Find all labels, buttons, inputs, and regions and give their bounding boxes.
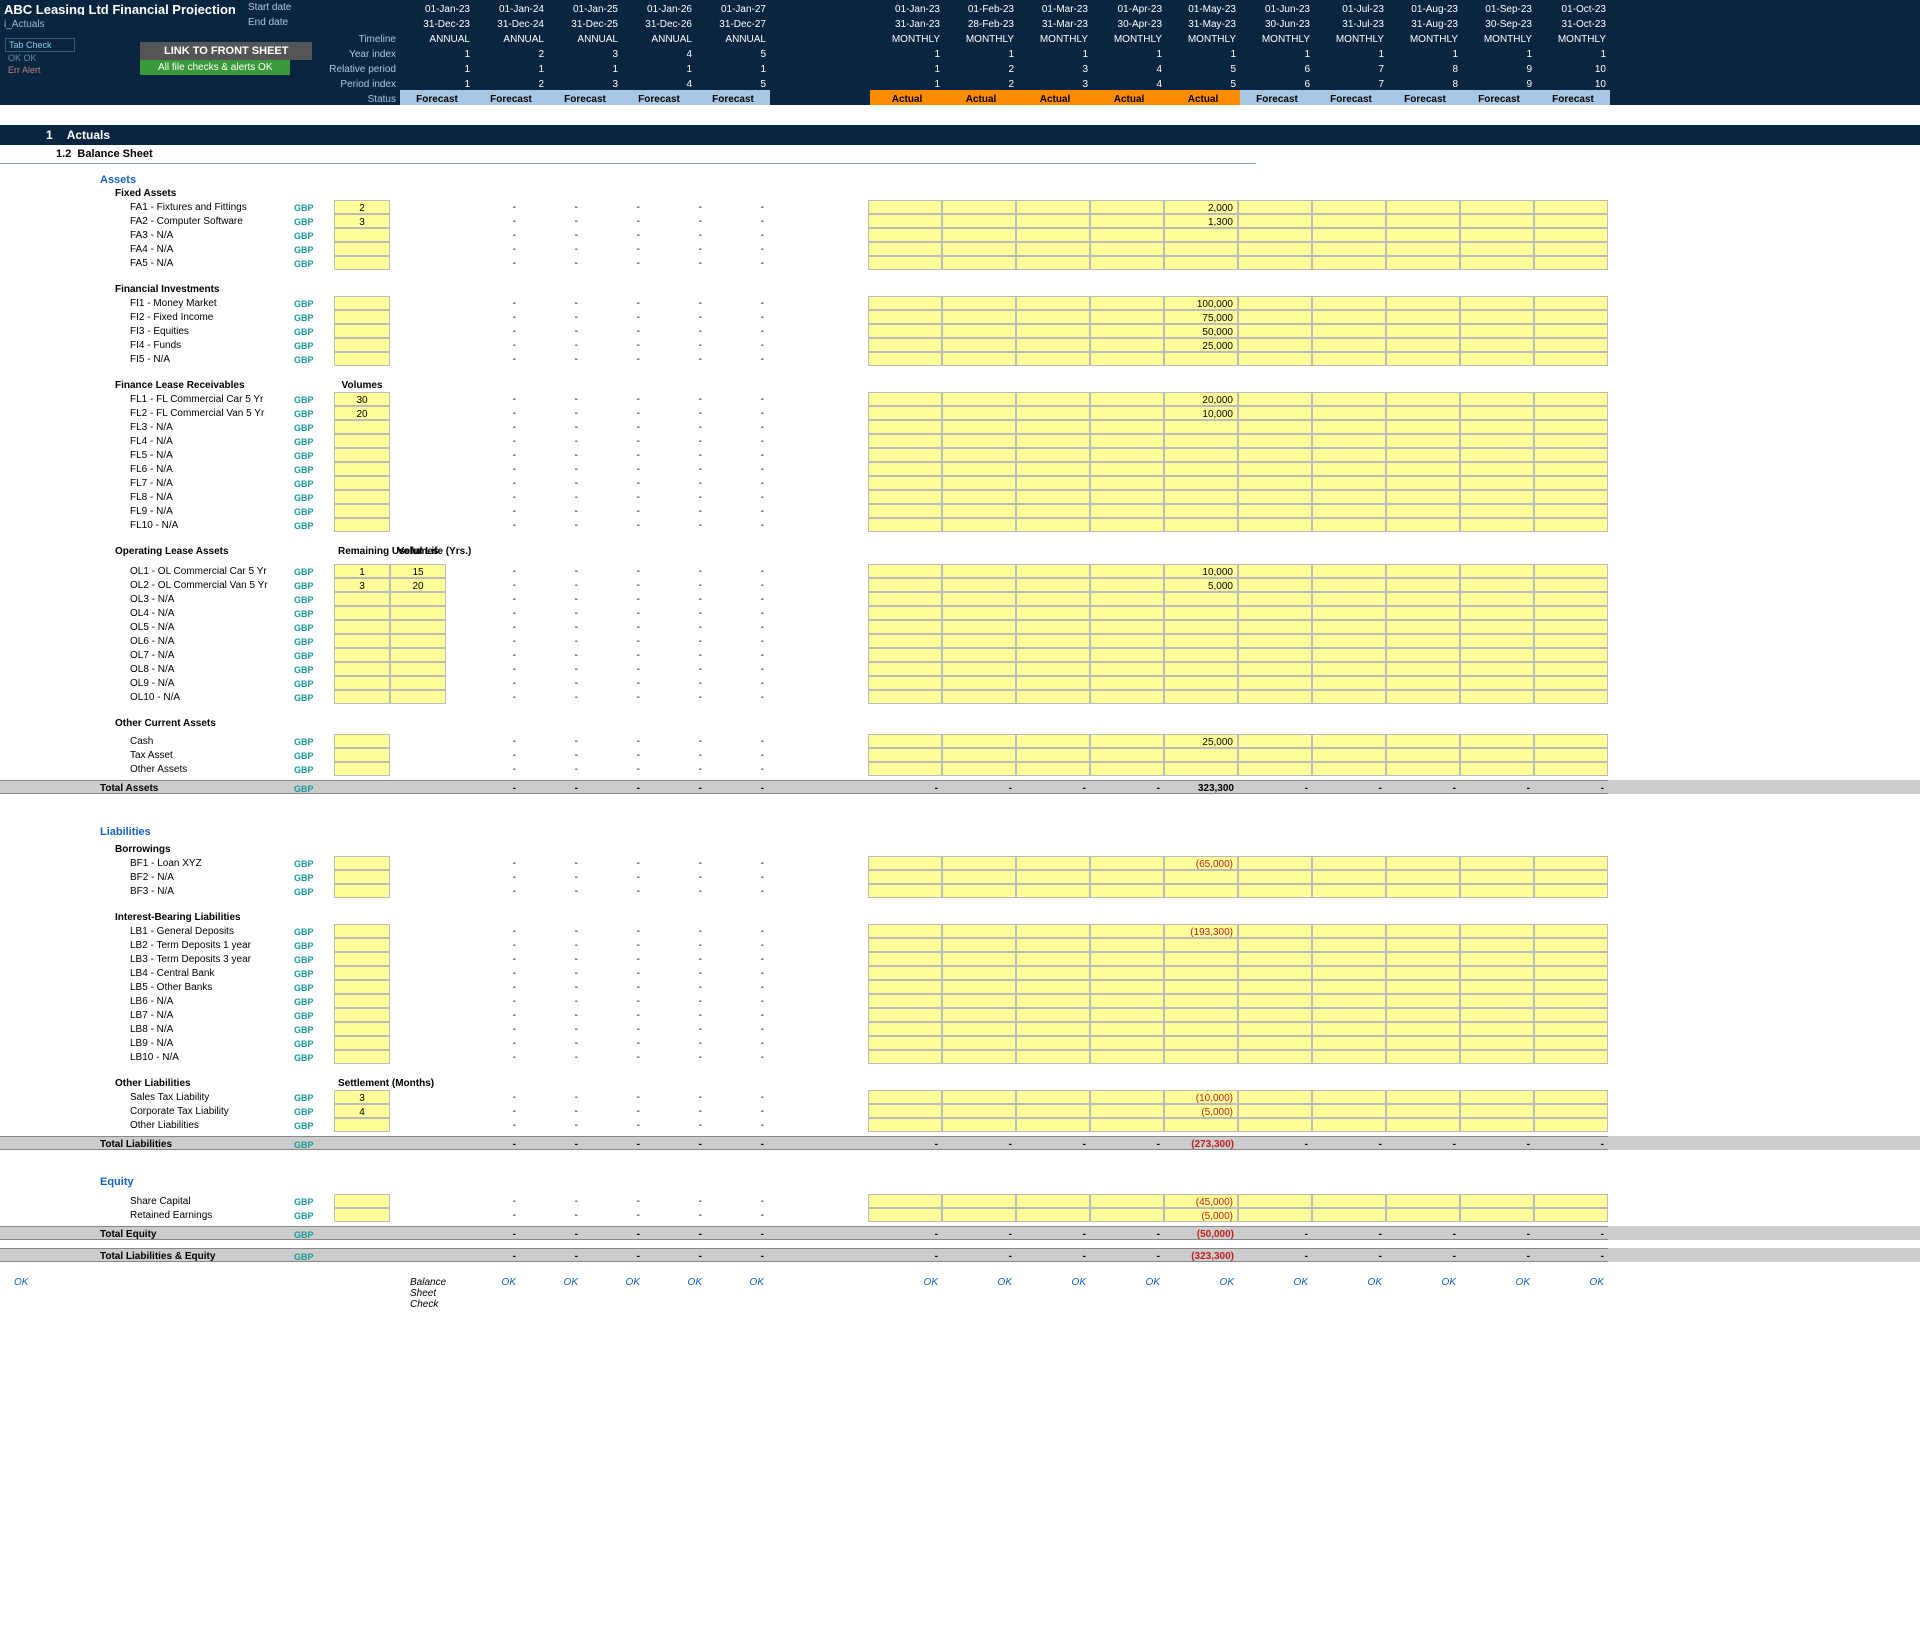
section-actuals: 1Actuals [0,125,1920,145]
subsection-balance-sheet: 1.2 Balance Sheet [0,145,1256,164]
footer-row: OK Balance Sheet Check OKOKOKOKOK OKOKOK… [0,1276,1920,1331]
sheet-name: i_Actuals [0,15,400,30]
tab-check-box: Tab Check OK OK Err Alert [5,38,75,76]
file-checks-status: All file checks & alerts OK [140,60,290,75]
row-label-status: Status [0,90,400,105]
app-title: ABC Leasing Ltd Financial Projection [0,0,400,15]
link-front-sheet-button[interactable]: LINK TO FRONT SHEET [140,42,312,60]
